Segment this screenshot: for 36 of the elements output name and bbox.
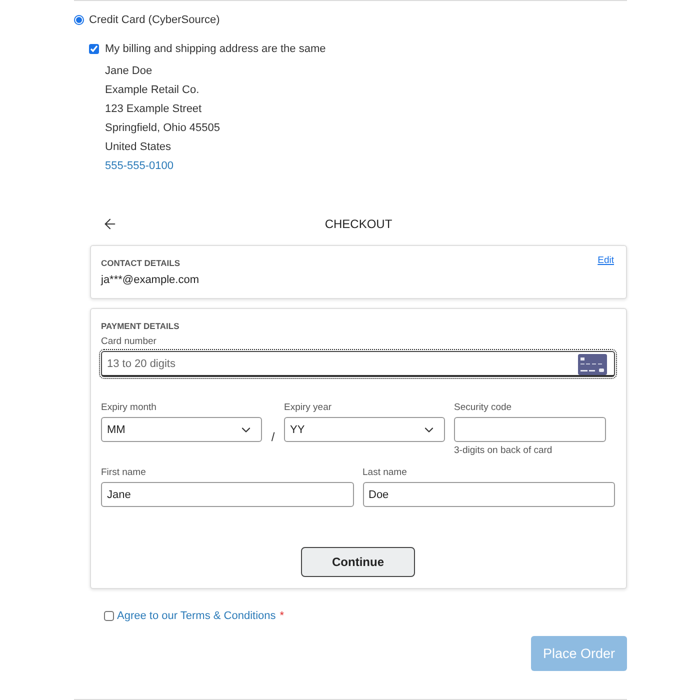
continue-button[interactable]: Continue xyxy=(301,547,415,577)
security-code-hint: 3-digits on back of card xyxy=(454,445,552,457)
back-button[interactable] xyxy=(102,216,118,232)
edit-link[interactable]: Edit xyxy=(598,254,614,267)
expiry-year-select[interactable]: YY xyxy=(284,417,445,442)
credit-card-icon xyxy=(578,354,607,375)
first-name-label: First name xyxy=(101,467,146,479)
same-address-label: My billing and shipping address are the same xyxy=(105,42,326,56)
address-line: 123 Example Street xyxy=(105,102,202,117)
checkout-title: CHECKOUT xyxy=(324,216,392,233)
phone-link[interactable]: 555-555-0100 xyxy=(105,157,174,176)
first-name-field[interactable]: Jane xyxy=(101,482,354,507)
security-code-field[interactable] xyxy=(454,417,606,442)
payment-method-label: Credit Card (CyberSource) xyxy=(89,13,220,27)
card-number-field[interactable]: 13 to 20 digits xyxy=(101,351,615,377)
expiry-month-select[interactable]: MM xyxy=(101,417,262,442)
address-line: Example Retail Co. xyxy=(105,83,200,98)
address-line: United States xyxy=(105,140,172,155)
expiry-year-label: Expiry year xyxy=(284,402,332,414)
payment-details-heading: PAYMENT DETAILS xyxy=(101,320,180,333)
back-arrow-icon xyxy=(102,216,118,232)
date-separator: / xyxy=(270,428,276,446)
address-line: Springfield, Ohio 45505 xyxy=(105,121,220,136)
security-code-label: Security code xyxy=(454,402,512,414)
terms-checkbox[interactable] xyxy=(104,611,114,621)
terms-link[interactable]: Agree to our Terms & Conditions xyxy=(117,609,276,623)
required-mark: * xyxy=(280,609,284,623)
contact-email: ja***@example.com xyxy=(101,273,199,288)
same-address-checkbox[interactable] xyxy=(89,44,99,54)
last-name-label: Last name xyxy=(362,467,407,479)
last-name-field[interactable]: Doe xyxy=(362,482,615,507)
payment-method-radio[interactable] xyxy=(74,15,84,25)
card-number-label: Card number xyxy=(101,336,156,348)
address-line: Jane Doe xyxy=(105,64,152,79)
expiry-month-label: Expiry month xyxy=(101,402,156,414)
contact-details-heading: CONTACT DETAILS xyxy=(101,257,180,270)
